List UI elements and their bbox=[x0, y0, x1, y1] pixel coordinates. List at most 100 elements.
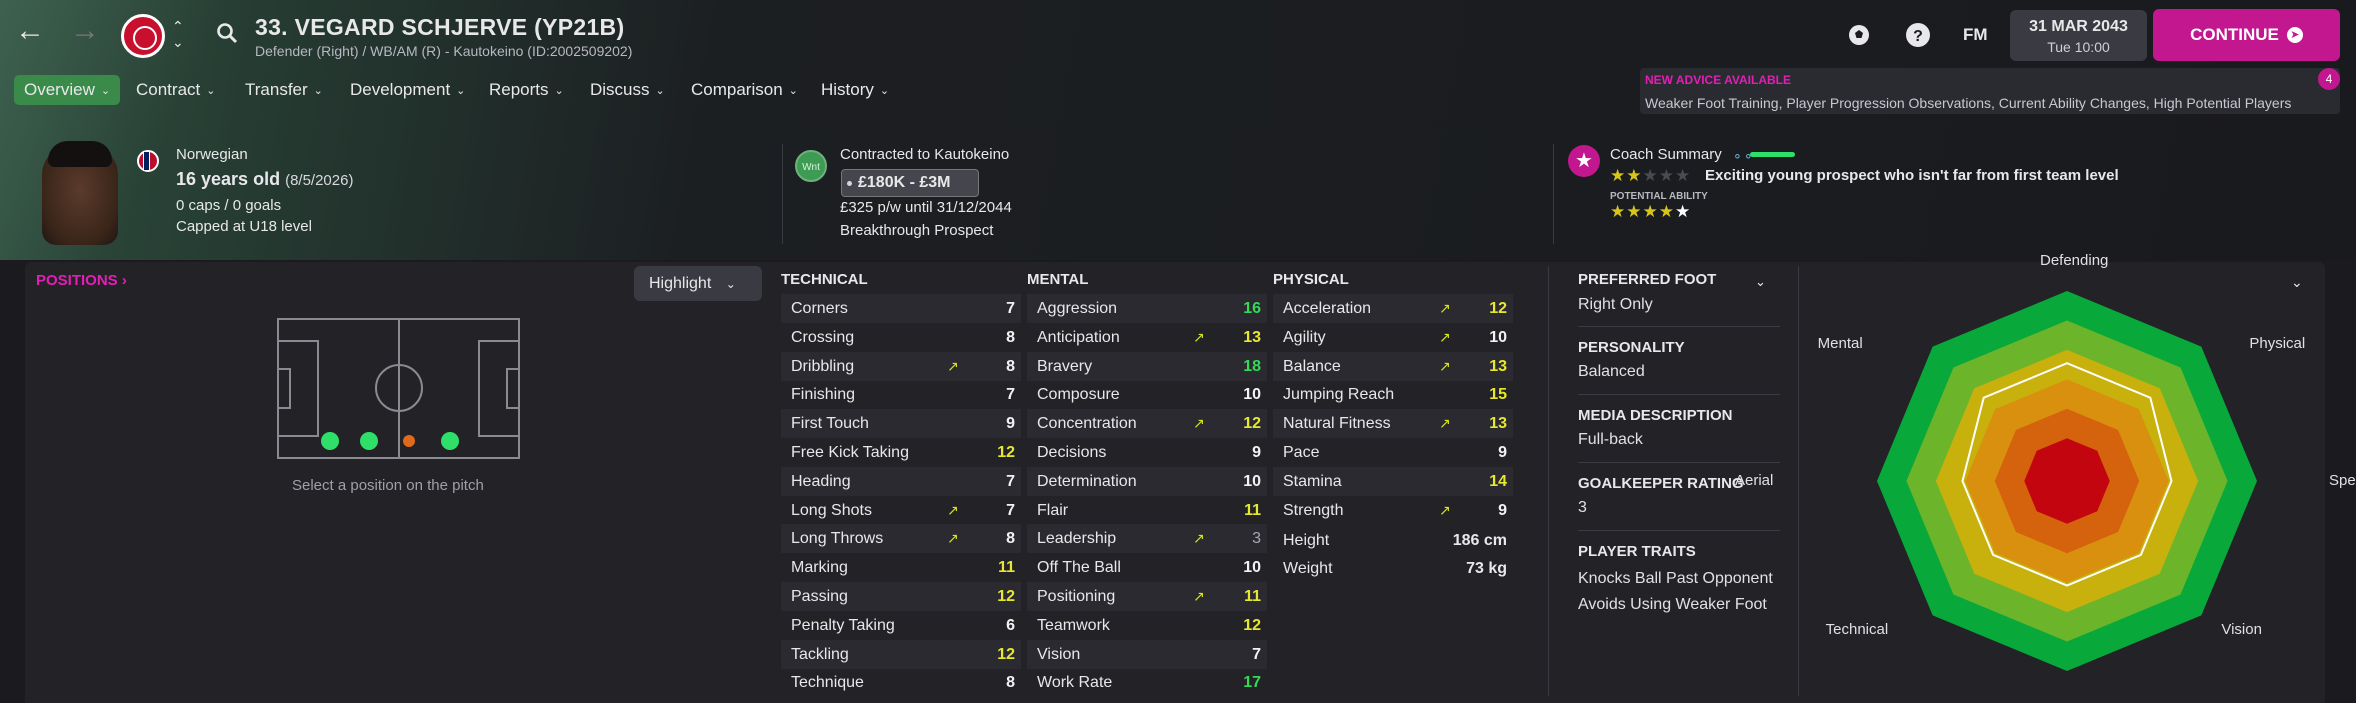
attribute-value: 9 bbox=[1498, 444, 1507, 461]
technical-title: TECHNICAL bbox=[781, 271, 868, 288]
attribute-row[interactable]: Long Throws ↗ 8 bbox=[781, 524, 1021, 554]
attribute-row[interactable]: Balance ↗ 13 bbox=[1273, 351, 1513, 381]
attribute-row[interactable]: Strength ↗ 9 bbox=[1273, 496, 1513, 525]
separator bbox=[1578, 530, 1780, 531]
attribute-row[interactable]: Aggression 16 bbox=[1027, 294, 1267, 323]
attribute-row[interactable]: Free Kick Taking 12 bbox=[781, 438, 1021, 467]
player-traits-title: PLAYER TRAITS bbox=[1578, 543, 1696, 560]
attribute-name: Agility bbox=[1283, 328, 1326, 346]
back-arrow-icon[interactable]: ← bbox=[15, 16, 45, 46]
tab-contract[interactable]: Contract ⌄ bbox=[136, 80, 215, 100]
highlight-dropdown[interactable]: Highlight ⌄ bbox=[634, 266, 762, 301]
attribute-value: 12 bbox=[1489, 300, 1507, 317]
attribute-name: Acceleration bbox=[1283, 300, 1372, 317]
advice-panel[interactable]: NEW ADVICE AVAILABLE Weaker Foot Trainin… bbox=[1640, 68, 2340, 114]
attribute-row[interactable]: Positioning ↗ 11 bbox=[1027, 582, 1267, 611]
day-time-text: Tue 10:00 bbox=[2047, 39, 2110, 55]
attribute-row[interactable]: Finishing 7 bbox=[781, 380, 1021, 409]
chevron-right-icon: › bbox=[121, 272, 127, 289]
continue-button[interactable]: CONTINUE ➤ bbox=[2153, 9, 2340, 61]
ball-icon[interactable] bbox=[1846, 22, 1872, 48]
current-ability-stars: ★★★★★ bbox=[1610, 166, 1692, 185]
position-dot-ram[interactable] bbox=[403, 435, 415, 447]
centre-circle bbox=[375, 364, 423, 412]
attribute-row[interactable]: Passing 12 bbox=[781, 582, 1021, 611]
attribute-name: Crossing bbox=[791, 328, 855, 346]
attribute-row[interactable]: Determination 10 bbox=[1027, 466, 1267, 496]
wanted-badge[interactable]: Wnt bbox=[795, 150, 827, 182]
radar-label: Aerial bbox=[1735, 472, 1774, 489]
attribute-row[interactable]: Heading 7 bbox=[781, 466, 1021, 496]
player-switch-icon[interactable]: ⌃ ⌄ bbox=[172, 18, 184, 50]
continue-arrow-icon: ➤ bbox=[2286, 26, 2303, 43]
attribute-name: Penalty Taking bbox=[791, 616, 895, 634]
chevron-down-icon[interactable]: ⌄ bbox=[2291, 274, 2303, 291]
attribute-row[interactable]: Marking 11 bbox=[781, 553, 1021, 582]
attribute-row[interactable]: Decisions 9 bbox=[1027, 438, 1267, 467]
tab-label: Transfer bbox=[245, 80, 308, 99]
chevron-down-icon[interactable]: ⌄ bbox=[1755, 274, 1766, 290]
norway-flag-icon bbox=[137, 150, 159, 172]
attribute-row[interactable]: Teamwork 12 bbox=[1027, 611, 1267, 640]
capped-level: Capped at U18 level bbox=[176, 218, 312, 235]
attribute-row[interactable]: Work Rate 17 bbox=[1027, 668, 1267, 697]
positions-link[interactable]: POSITIONS › bbox=[36, 272, 127, 289]
progress-arrow-icon: ↗ bbox=[1193, 530, 1205, 547]
height-value: 186 cm bbox=[1452, 532, 1507, 549]
attribute-row[interactable]: Bravery 18 bbox=[1027, 351, 1267, 381]
attribute-row[interactable]: Crossing 8 bbox=[781, 323, 1021, 352]
progress-arrow-icon: ↗ bbox=[1193, 588, 1205, 604]
attribute-row[interactable]: Natural Fitness ↗ 13 bbox=[1273, 409, 1513, 439]
attribute-row[interactable]: Tackling 12 bbox=[781, 639, 1021, 669]
fm-logo[interactable]: FM bbox=[1963, 25, 1988, 45]
attribute-row[interactable]: Concentration ↗ 12 bbox=[1027, 409, 1267, 439]
pitch[interactable] bbox=[277, 318, 520, 459]
attribute-row[interactable]: Composure 10 bbox=[1027, 380, 1267, 409]
attribute-row[interactable]: Acceleration ↗ 12 bbox=[1273, 294, 1513, 323]
club-badge-icon[interactable] bbox=[121, 14, 165, 58]
coach-star-icon: ★ bbox=[1568, 145, 1600, 177]
attribute-value: 7 bbox=[1006, 300, 1015, 317]
attribute-row[interactable]: Jumping Reach 15 bbox=[1273, 380, 1513, 409]
attribute-name: Long Shots bbox=[791, 501, 872, 519]
attribute-row[interactable]: Long Shots ↗ 7 bbox=[781, 496, 1021, 525]
radar-label: Vision bbox=[2221, 621, 2262, 639]
attribute-row[interactable]: Off The Ball 10 bbox=[1027, 553, 1267, 582]
attribute-name: Long Throws bbox=[791, 530, 884, 548]
attribute-row[interactable]: Corners 7 bbox=[781, 294, 1021, 323]
attribute-row[interactable]: Flair 11 bbox=[1027, 496, 1267, 525]
tab-overview[interactable]: Overview ⌄ bbox=[14, 75, 121, 105]
divider bbox=[1548, 266, 1549, 696]
attribute-row[interactable]: Penalty Taking 6 bbox=[781, 611, 1021, 640]
attribute-row[interactable]: Agility ↗ 10 bbox=[1273, 323, 1513, 352]
attribute-row[interactable]: Anticipation ↗ 13 bbox=[1027, 323, 1267, 352]
tab-transfer[interactable]: Transfer ⌄ bbox=[245, 80, 323, 100]
attribute-row[interactable]: Technique 8 bbox=[781, 668, 1021, 697]
media-description-value: Full-back bbox=[1578, 431, 1643, 448]
position-dot-rm[interactable] bbox=[360, 432, 378, 450]
attribute-row[interactable]: Leadership ↗ 3 bbox=[1027, 524, 1267, 554]
tab-comparison[interactable]: Comparison ⌄ bbox=[691, 80, 798, 100]
attribute-name: First Touch bbox=[791, 415, 869, 433]
attribute-row[interactable]: Dribbling ↗ 8 bbox=[781, 351, 1021, 381]
tab-history[interactable]: History ⌄ bbox=[821, 80, 889, 100]
position-dot-rw[interactable] bbox=[441, 432, 459, 450]
attribute-value: 12 bbox=[997, 444, 1015, 461]
attribute-row[interactable]: First Touch 9 bbox=[781, 409, 1021, 439]
tab-discuss[interactable]: Discuss ⌄ bbox=[590, 80, 665, 100]
attribute-row[interactable]: Pace 9 bbox=[1273, 438, 1513, 467]
attribute-row[interactable]: Stamina 14 bbox=[1273, 466, 1513, 496]
tab-development[interactable]: Development ⌄ bbox=[350, 80, 465, 100]
help-icon[interactable]: ? bbox=[1905, 22, 1931, 48]
forward-arrow-icon[interactable]: → bbox=[70, 16, 100, 46]
position-dot-rwb[interactable] bbox=[321, 432, 339, 450]
attribute-row[interactable]: Vision 7 bbox=[1027, 639, 1267, 669]
positions-label: POSITIONS bbox=[36, 272, 118, 289]
six-yard-box-left bbox=[277, 368, 291, 409]
attribute-name: Corners bbox=[791, 300, 848, 317]
attribute-name: Tackling bbox=[791, 645, 849, 663]
search-icon[interactable] bbox=[216, 22, 238, 44]
tab-reports[interactable]: Reports ⌄ bbox=[489, 80, 564, 100]
contracted-to: Contracted to Kautokeino bbox=[840, 146, 1010, 163]
date-box[interactable]: 31 MAR 2043 Tue 10:00 bbox=[2010, 10, 2147, 61]
